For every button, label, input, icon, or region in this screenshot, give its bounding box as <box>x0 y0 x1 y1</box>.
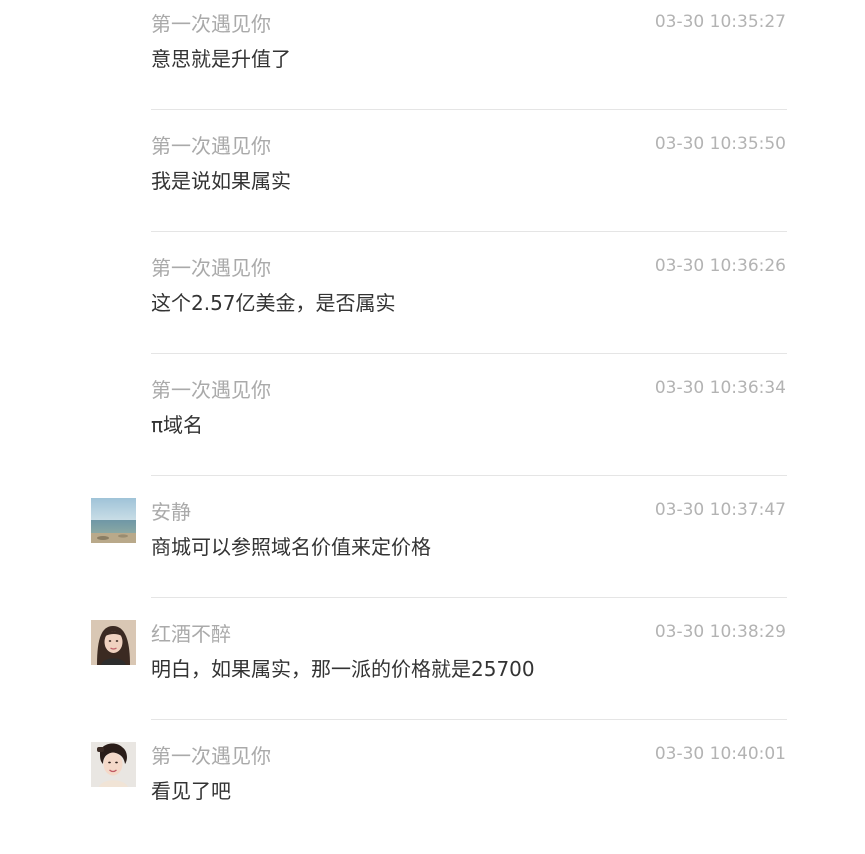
woman-avatar-image <box>91 620 136 665</box>
woman-portrait-avatar-image <box>91 742 136 787</box>
message-sender[interactable]: 第一次遇见你 <box>151 10 271 38</box>
message-divider <box>151 475 787 476</box>
chat-message: 第一次遇见你 03-30 10:35:27 意思就是升值了 <box>0 0 865 122</box>
chat-message: 第一次遇见你 03-30 10:36:34 π域名 <box>0 366 865 488</box>
message-divider <box>151 719 787 720</box>
chat-message: 安静 03-30 10:37:47 商城可以参照域名价值来定价格 <box>0 488 865 610</box>
woman-avatar[interactable] <box>91 620 136 665</box>
message-timestamp: 03-30 10:36:26 <box>654 256 786 276</box>
chat-message: 第一次遇见你 03-30 10:40:01 看见了吧 <box>0 732 865 854</box>
message-text: 这个2.57亿美金，是否属实 <box>151 291 396 315</box>
message-timestamp: 03-30 10:36:34 <box>654 378 786 398</box>
beach-avatar-image <box>91 498 136 543</box>
message-text: 明白，如果属实，那一派的价格就是25700 <box>151 657 535 681</box>
message-sender[interactable]: 第一次遇见你 <box>151 254 271 282</box>
message-text: 意思就是升值了 <box>151 47 291 71</box>
beach-avatar[interactable] <box>91 498 136 543</box>
message-text: π域名 <box>151 413 204 437</box>
message-timestamp: 03-30 10:38:29 <box>654 622 786 642</box>
chat-message: 第一次遇见你 03-30 10:36:26 这个2.57亿美金，是否属实 <box>0 244 865 366</box>
message-timestamp: 03-30 10:35:27 <box>654 12 786 32</box>
message-sender[interactable]: 第一次遇见你 <box>151 132 271 160</box>
woman-portrait-avatar[interactable] <box>91 742 136 787</box>
message-divider <box>151 109 787 110</box>
chat-message: 红酒不醉 03-30 10:38:29 明白，如果属实，那一派的价格就是2570… <box>0 610 865 732</box>
message-divider <box>151 231 787 232</box>
message-divider <box>151 353 787 354</box>
message-timestamp: 03-30 10:40:01 <box>654 744 786 764</box>
message-timestamp: 03-30 10:37:47 <box>654 500 786 520</box>
message-sender[interactable]: 第一次遇见你 <box>151 376 271 404</box>
chat-message: 第一次遇见你 03-30 10:35:50 我是说如果属实 <box>0 122 865 244</box>
message-text: 我是说如果属实 <box>151 169 291 193</box>
message-sender[interactable]: 安静 <box>151 498 191 526</box>
message-divider <box>151 597 787 598</box>
message-text: 看见了吧 <box>151 779 231 803</box>
message-text: 商城可以参照域名价值来定价格 <box>151 535 431 559</box>
message-sender[interactable]: 第一次遇见你 <box>151 742 271 770</box>
message-timestamp: 03-30 10:35:50 <box>654 134 786 154</box>
message-sender[interactable]: 红酒不醉 <box>151 620 231 648</box>
